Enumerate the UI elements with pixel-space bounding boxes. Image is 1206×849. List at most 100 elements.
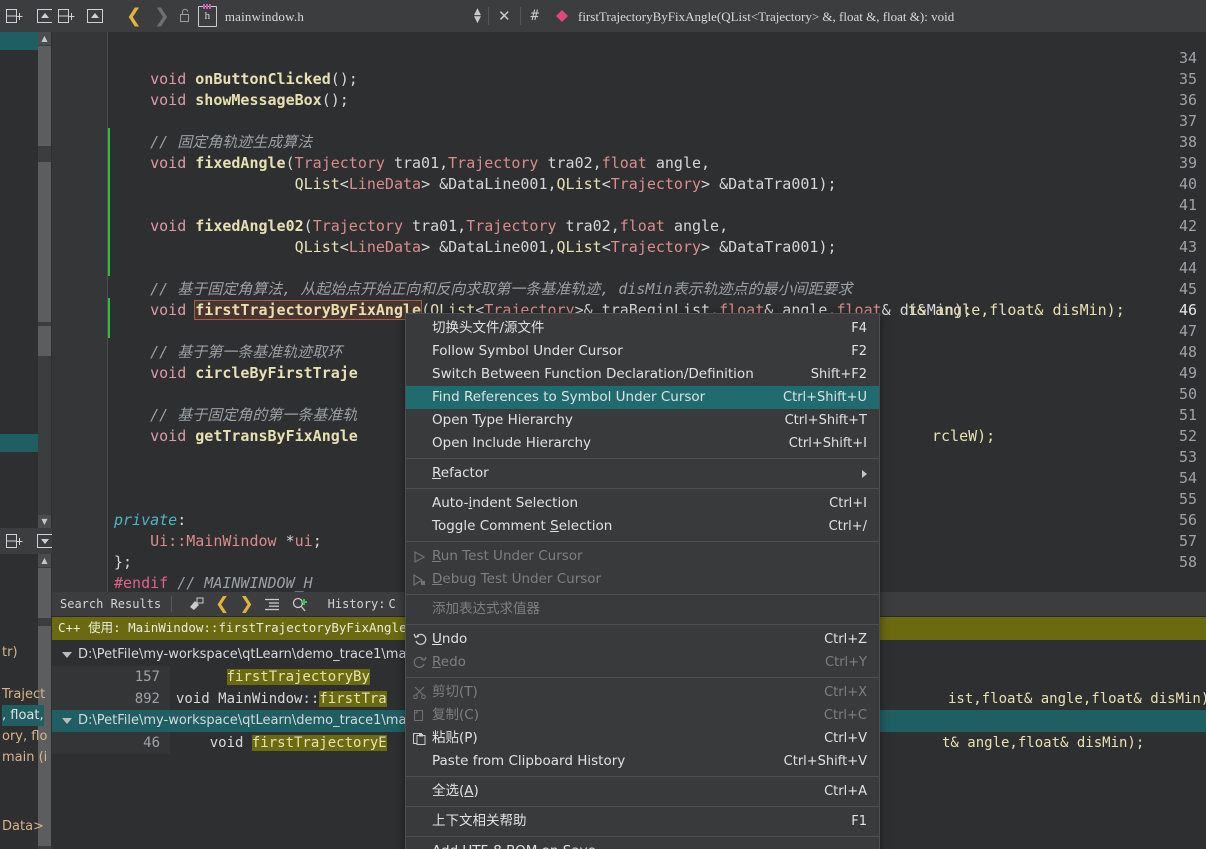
menu-separator [406,594,879,595]
code-line-52[interactable]: void getTransByFixAngle [114,426,358,447]
nav-back-icon[interactable]: ❮ [120,6,148,26]
code-line-36[interactable]: void showMessageBox(); [114,90,349,111]
line-number: 54 [1178,469,1197,487]
menu-item-open-include-hierarchy[interactable]: Open Include Hierarchy Ctrl+Shift+I [406,432,879,455]
menu-separator [406,541,879,542]
code-line-43[interactable]: QList<LineData> &DataLine001,QList<Traje… [114,237,837,258]
code-line-51[interactable]: // 基于固定角的第一条基准轨 [114,405,357,426]
menu-item-copy: 复制(C) Ctrl+C [406,704,879,727]
code-line-42[interactable]: void fixedAngle02(Trajectory tra01,Traje… [114,216,728,237]
sr-divider [171,596,173,612]
scroll-down-arrow-icon[interactable]: ▼ [38,515,51,528]
left-fragment-4: main (i [2,750,48,765]
clear-results-icon[interactable] [188,597,204,612]
nav-forward-icon[interactable]: ❯ [148,6,176,26]
updown-chevrons-icon[interactable]: ▲ ▼ [474,7,481,25]
close-document-icon[interactable]: ✕ [496,7,513,25]
menu-item-label: 全选(A) [432,783,479,799]
toolbar-divider-1 [487,7,489,25]
menu-item-toggle-comment[interactable]: Toggle Comment Selection Ctrl+/ [406,515,879,538]
history-value[interactable]: C [388,598,395,610]
code-line-52-tail[interactable]: rcleW); [932,426,995,447]
split-add-icon[interactable] [6,8,23,24]
left-top-selection-strip-2 [0,434,38,452]
prev-result-icon[interactable]: ❮ [215,595,229,613]
expand-triangle-icon[interactable] [62,652,72,658]
menu-item-shortcut: F1 [851,814,867,829]
menu-item-undo[interactable]: Undo Ctrl+Z [406,628,879,651]
menu-item-label: Switch Between Function Declaration/Defi… [432,366,754,382]
menu-item-context-help[interactable]: 上下文相关帮助 F1 [406,810,879,833]
code-line-49[interactable]: void circleByFirstTraje [114,363,358,384]
menu-item-find-references[interactable]: Find References to Symbol Under Cursor C… [406,386,879,409]
redo-arrow-icon [412,655,427,670]
menu-item-shortcut: Ctrl+Shift+T [784,413,867,428]
line-number: 53 [1178,448,1197,466]
menu-item-switch-decl-def[interactable]: Switch Between Function Declaration/Defi… [406,363,879,386]
code-line-46-tail[interactable]: t& angle,float& disMin); [908,300,1125,321]
code-line-48[interactable]: // 基于第一条基准轨迹取环 [114,342,342,363]
menu-item-open-type-hierarchy[interactable]: Open Type Hierarchy Ctrl+Shift+T [406,409,879,432]
hash-icon[interactable]: # [528,9,542,23]
menu-item-shortcut: Ctrl+/ [828,519,867,534]
open-file-name[interactable]: mainwindow.h [225,10,304,23]
code-line-38[interactable]: // 固定角轨迹生成算法 [114,132,312,153]
line-number: 35 [1178,70,1197,88]
highlighted-symbol[interactable]: firstTrajectoryByFixAngle [194,300,423,320]
code-line-57[interactable]: }; [114,552,132,573]
line-number: 43 [1178,238,1197,256]
menu-separator [406,677,879,678]
menu-item-label: 复制(C) [432,707,479,723]
menu-item-shortcut: Ctrl+Shift+V [783,754,867,769]
left-fragment-1: Traject [2,687,46,702]
line-number: 41 [1178,196,1197,214]
line-number: 37 [1178,112,1197,130]
split-horizontal-icon[interactable] [58,8,75,24]
line-number-current: 46 [1178,301,1197,319]
code-line-58[interactable]: #endif // MAINWINDOW_H [114,573,313,592]
menu-item-paste[interactable]: 粘贴(P) Ctrl+V [406,727,879,750]
code-line-55[interactable]: private: [114,510,186,531]
expand-triangle-icon[interactable] [62,718,72,724]
editor-context-menu[interactable]: 切换头文件/源文件 F4 Follow Symbol Under Cursor … [405,313,880,849]
menu-item-switch-header-source[interactable]: 切换头文件/源文件 F4 [406,317,879,340]
menu-separator [406,806,879,807]
menu-item-follow-symbol[interactable]: Follow Symbol Under Cursor F2 [406,340,879,363]
code-line-40[interactable]: QList<LineData> &DataLine001,QList<Traje… [114,174,837,195]
result-match-highlight: firstTrajectoryBy [226,669,370,685]
menu-item-paste-from-history[interactable]: Paste from Clipboard History Ctrl+Shift+… [406,750,879,773]
new-search-icon[interactable] [292,597,308,612]
next-result-icon[interactable]: ❯ [239,595,253,613]
code-line-56[interactable]: Ui::MainWindow *ui; [114,531,322,552]
current-symbol-label[interactable]: firstTrajectoryByFixAngle(QList<Trajecto… [578,10,954,23]
scroll-up-arrow-icon-2[interactable]: ▲ [38,554,51,567]
left-top-scroll-thumb-3[interactable] [38,326,51,356]
line-number: 51 [1178,406,1197,424]
header-file-icon: h [197,3,217,27]
menu-item-run-test: Run Test Under Cursor [406,545,879,568]
unlock-icon[interactable] [179,7,191,26]
line-number: 49 [1178,364,1197,382]
expand-all-icon[interactable] [264,598,280,611]
code-line-39[interactable]: void fixedAngle(Trajectory tra01,Traject… [114,153,710,174]
menu-item-auto-indent[interactable]: Auto-indent Selection Ctrl+I [406,492,879,515]
line-number: 56 [1178,511,1197,529]
left-top-scroll-thumb[interactable] [38,46,51,146]
close-split-icon[interactable] [87,8,104,24]
code-line-35[interactable]: void onButtonClicked(); [114,69,358,90]
result-file-path: D:\PetFile\my-workspace\qtLearn\demo_tra… [78,647,457,662]
menu-item-refactor[interactable]: Refactor [406,462,879,485]
result-code: void MainWindow::firstTra [176,691,387,707]
menu-item-add-expression-evaluator: 添加表达式求值器 [406,598,879,621]
menu-item-add-utf8-bom[interactable]: Add UTF-8 BOM on Save [406,840,879,849]
menu-item-label: Run Test Under Cursor [432,548,583,564]
left-bottom-scroll-thumb[interactable] [38,568,51,618]
left-top-scroll-thumb-2[interactable] [38,162,51,322]
code-line-45[interactable]: // 基于固定角算法, 从起始点开始正向和反向求取第一条基准轨迹, disMin… [114,279,852,300]
left-top-selection-strip [0,32,38,50]
split-add-icon-2[interactable] [6,533,23,549]
scroll-up-arrow-icon[interactable]: ▲ [38,32,51,45]
menu-item-select-all[interactable]: 全选(A) Ctrl+A [406,780,879,803]
left-pane-toolbar-top [0,0,58,32]
paste-icon [412,731,427,746]
